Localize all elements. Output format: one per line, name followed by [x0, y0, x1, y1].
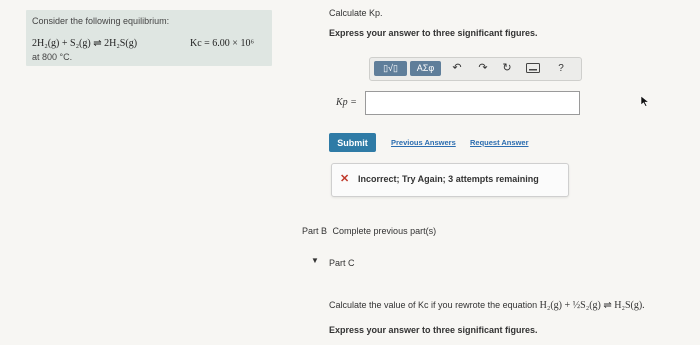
- part-c-prompt-text: Calculate the value of Kc if you rewrote…: [329, 300, 538, 310]
- previous-answers-link[interactable]: Previous Answers: [391, 138, 456, 147]
- temperature: at 800 °C.: [32, 52, 73, 62]
- part-a-prompt: Calculate Kp.: [329, 8, 383, 18]
- equilibrium-equation: 2H₂(g) + S₂(g) ⇌ 2H₂S(g): [32, 38, 138, 49]
- feedback-message: ✕ Incorrect; Try Again; 3 attempts remai…: [331, 163, 569, 197]
- part-c-equation: H₂(g) + ½S₂(g) ⇌ H₂S(g).: [539, 300, 645, 311]
- error-x-icon: ✕: [340, 173, 350, 185]
- part-c-instruction: Express your answer to three significant…: [329, 325, 538, 335]
- undo-icon[interactable]: ↶: [450, 61, 464, 76]
- submit-button[interactable]: Submit: [329, 133, 376, 152]
- greek-symbols-button[interactable]: ΑΣφ: [410, 61, 441, 76]
- part-a-instruction: Express your answer to three significant…: [329, 28, 538, 38]
- part-b-header[interactable]: Part B Complete previous part(s): [302, 226, 436, 236]
- feedback-text: Incorrect; Try Again; 3 attempts remaini…: [358, 174, 539, 184]
- problem-statement: Consider the following equilibrium: 2H₂(…: [26, 10, 272, 66]
- request-answer-link[interactable]: Request Answer: [470, 138, 529, 147]
- part-b-status: Complete previous part(s): [332, 226, 437, 236]
- redo-icon[interactable]: ↷: [476, 61, 490, 76]
- help-icon[interactable]: ?: [555, 61, 567, 76]
- reset-icon[interactable]: ↻: [500, 61, 514, 76]
- kc-value: Kc = 6.00 × 10⁶: [190, 38, 254, 49]
- part-b-label: Part B: [302, 226, 328, 236]
- math-toolbar: ▯√▯ ΑΣφ ↶ ↷ ↻ ?: [369, 57, 582, 81]
- answer-input[interactable]: [365, 91, 580, 115]
- problem-intro: Consider the following equilibrium:: [32, 16, 170, 26]
- collapse-arrow-icon[interactable]: ▼: [311, 256, 319, 265]
- kp-label: Kp =: [336, 97, 357, 108]
- mouse-cursor-icon: [640, 95, 650, 107]
- part-c-prompt: Calculate the value of Kc if you rewrote…: [329, 300, 645, 311]
- keyboard-icon[interactable]: [525, 61, 541, 76]
- templates-button[interactable]: ▯√▯: [374, 61, 407, 76]
- part-c-label[interactable]: Part C: [329, 258, 355, 268]
